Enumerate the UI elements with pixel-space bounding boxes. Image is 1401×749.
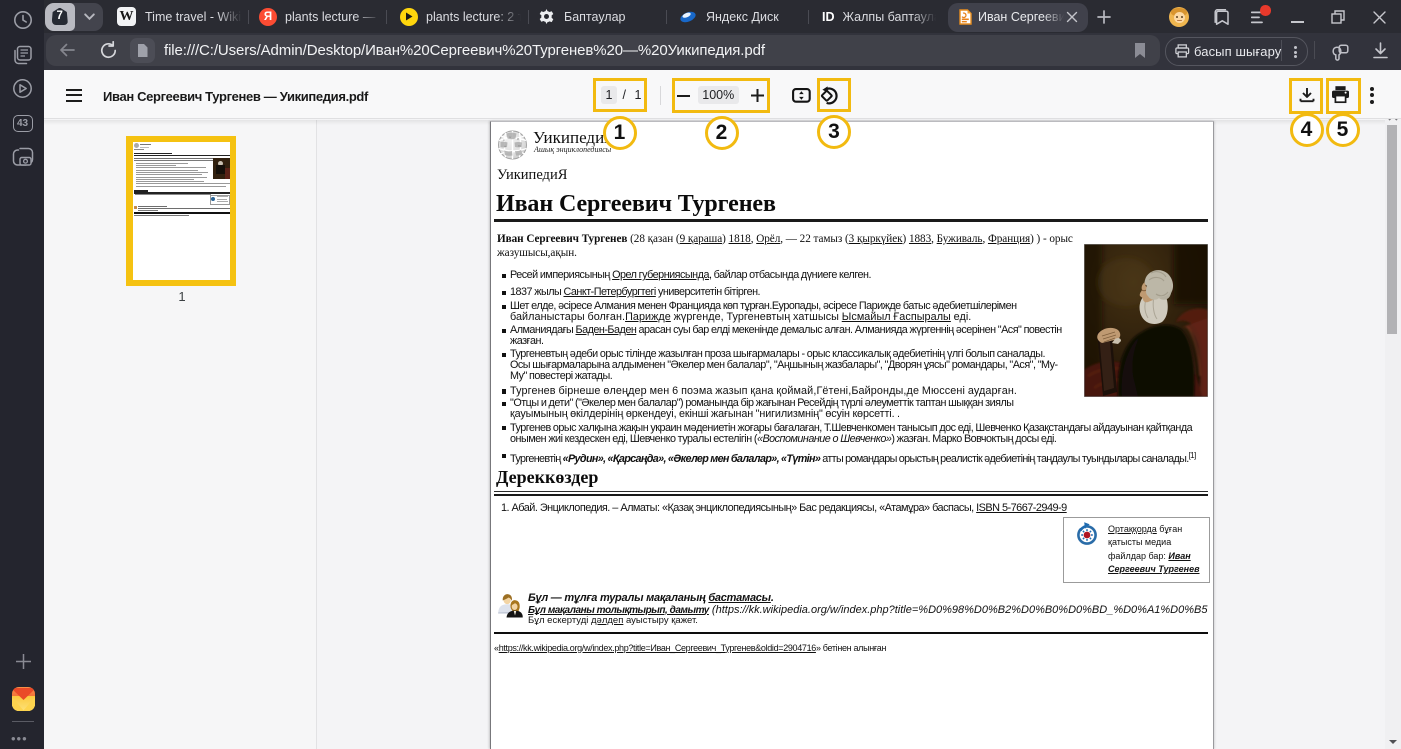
svg-text:W: W	[518, 144, 521, 148]
svg-text:ω: ω	[504, 144, 506, 148]
